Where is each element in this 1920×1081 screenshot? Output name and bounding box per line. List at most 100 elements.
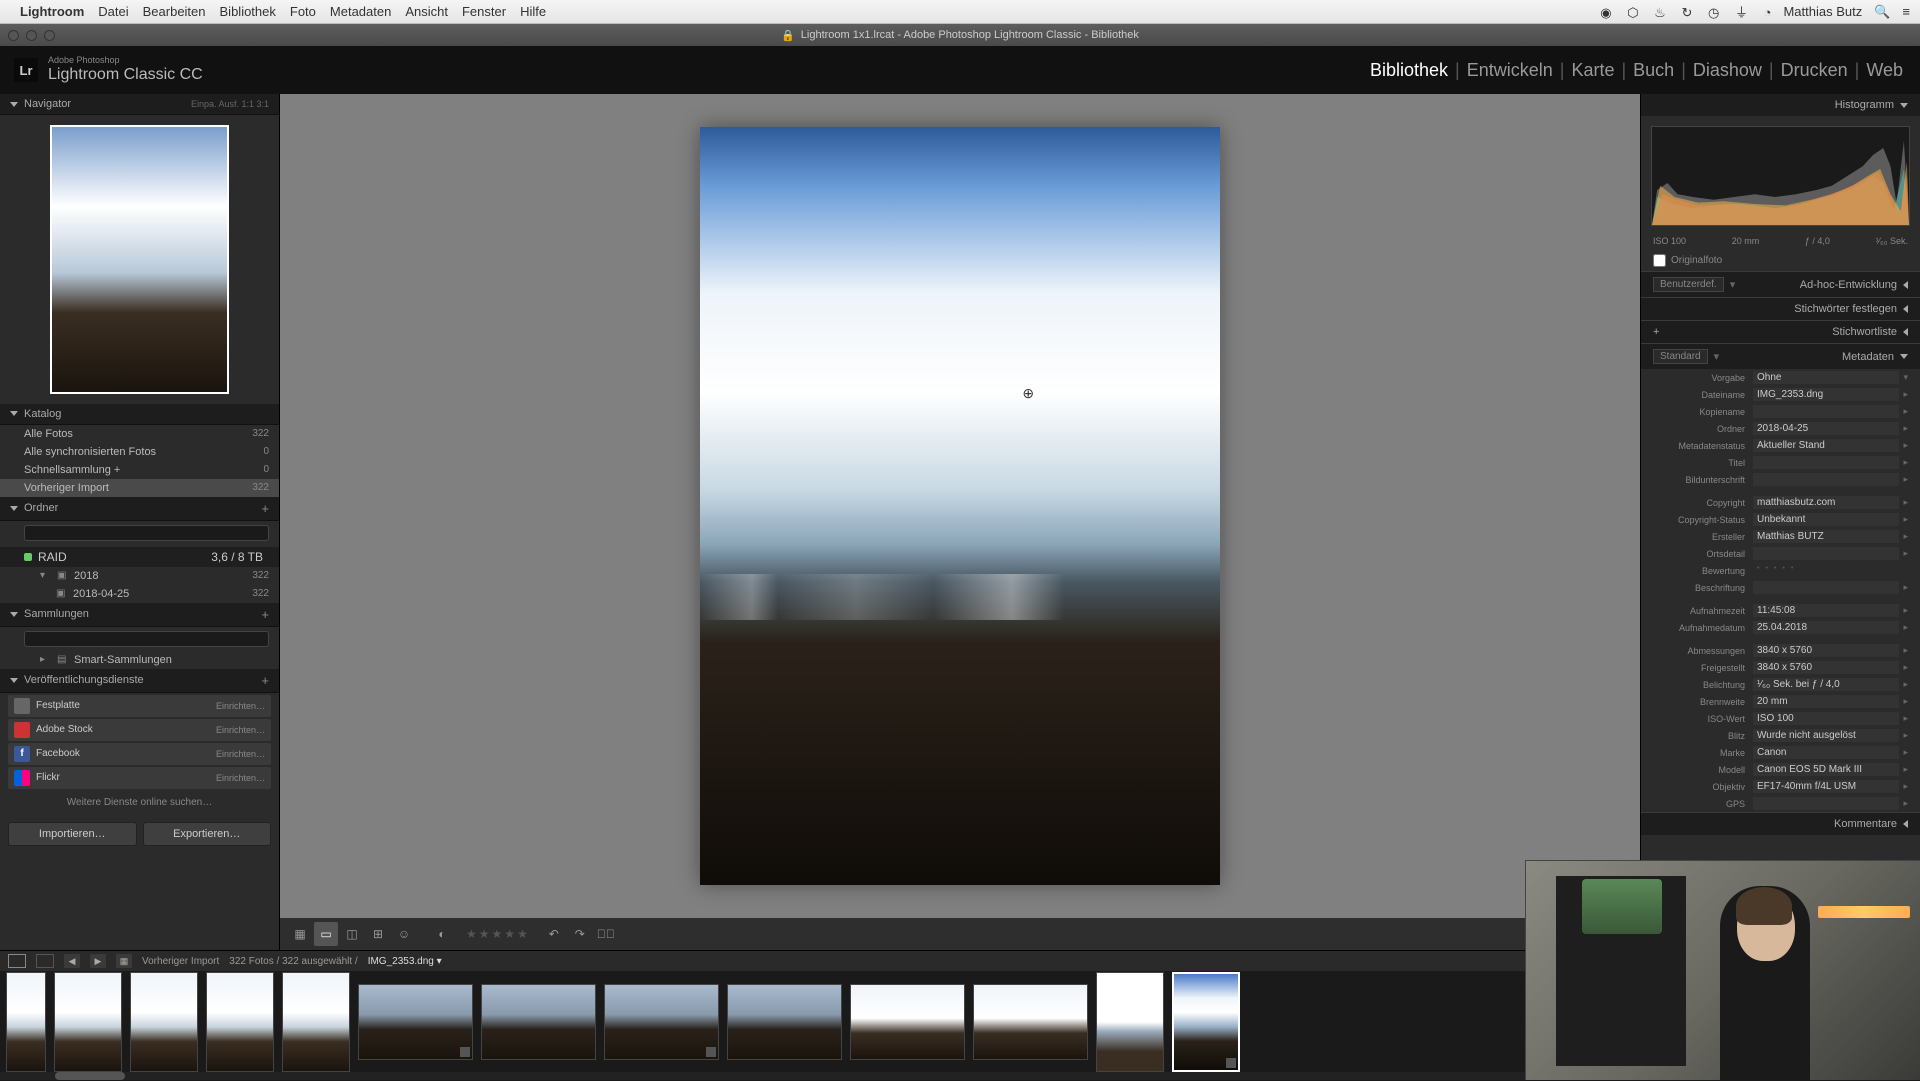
rating-stars[interactable]: ★★★★★ bbox=[466, 927, 528, 941]
metadata-preset-dropdown[interactable]: Standard bbox=[1653, 349, 1708, 364]
second-display-icon[interactable] bbox=[36, 954, 54, 968]
thumbnail[interactable] bbox=[1096, 972, 1164, 1072]
module-diashow[interactable]: Diashow bbox=[1690, 60, 1765, 81]
add-publish-icon[interactable]: + bbox=[261, 673, 269, 688]
thumbnail[interactable] bbox=[850, 984, 965, 1060]
main-display-icon[interactable] bbox=[8, 954, 26, 968]
rotate-ccw-button[interactable]: ↶ bbox=[542, 922, 566, 946]
metadata-action-icon[interactable]: ▸ bbox=[1899, 548, 1908, 559]
metadata-value[interactable] bbox=[1753, 473, 1899, 486]
loupe-view-button[interactable]: ▭ bbox=[314, 922, 338, 946]
metadata-action-icon[interactable]: ▸ bbox=[1899, 730, 1908, 741]
metadata-value[interactable]: EF17-40mm f/4L USM bbox=[1753, 780, 1899, 793]
app-menu[interactable]: Lightroom bbox=[20, 4, 84, 19]
thumbnail[interactable] bbox=[206, 972, 274, 1072]
dropbox-icon[interactable]: ⬡ bbox=[1627, 5, 1638, 20]
loupe-view[interactable]: ⊕ bbox=[280, 94, 1640, 918]
quickdev-preset-dropdown[interactable]: Benutzerdef. bbox=[1653, 277, 1724, 292]
catalog-all-photos[interactable]: Alle Fotos322 bbox=[0, 425, 279, 443]
metadata-value[interactable]: ¹⁄₆₀ Sek. bei ƒ / 4,0 bbox=[1753, 678, 1899, 691]
metadata-action-icon[interactable]: ▸ bbox=[1899, 662, 1908, 673]
module-web[interactable]: Web bbox=[1863, 60, 1906, 81]
metadata-action-icon[interactable]: ▸ bbox=[1899, 457, 1908, 468]
sync-icon[interactable]: ↻ bbox=[1681, 5, 1692, 20]
flame-icon[interactable]: ♨ bbox=[1654, 5, 1666, 20]
timemachine-icon[interactable]: ◷ bbox=[1708, 5, 1719, 20]
module-drucken[interactable]: Drucken bbox=[1778, 60, 1851, 81]
metadata-action-icon[interactable]: ▸ bbox=[1899, 679, 1908, 690]
volume-raid[interactable]: RAID3,6 / 8 TB bbox=[0, 547, 279, 567]
cc-icon[interactable]: ◉ bbox=[1600, 5, 1611, 20]
add-keyword-icon[interactable]: + bbox=[1653, 326, 1659, 338]
metadata-value[interactable] bbox=[1753, 547, 1899, 560]
metadata-value[interactable]: ISO 100 bbox=[1753, 712, 1899, 725]
menu-datei[interactable]: Datei bbox=[98, 4, 128, 19]
thumbnail[interactable] bbox=[282, 972, 350, 1072]
metadata-action-icon[interactable]: ▸ bbox=[1899, 389, 1908, 400]
metadata-action-icon[interactable]: ▸ bbox=[1899, 497, 1908, 508]
module-entwickeln[interactable]: Entwickeln bbox=[1464, 60, 1556, 81]
painter-tool[interactable]: ◐ bbox=[430, 922, 454, 946]
metadata-value[interactable]: 25.04.2018 bbox=[1753, 621, 1899, 634]
metadata-action-icon[interactable]: ▸ bbox=[1899, 713, 1908, 724]
grid-toggle-button[interactable]: ▦ bbox=[116, 954, 132, 968]
metadata-action-icon[interactable]: ▸ bbox=[1899, 514, 1908, 525]
metadata-value[interactable]: 20 mm bbox=[1753, 695, 1899, 708]
histogram[interactable] bbox=[1651, 126, 1910, 226]
nav-back-button[interactable]: ◀ bbox=[64, 954, 80, 968]
smart-collections[interactable]: ▸▤Smart-Sammlungen bbox=[0, 651, 279, 669]
metadata-action-icon[interactable]: ▸ bbox=[1899, 582, 1908, 593]
rotate-cw-button[interactable]: ↷ bbox=[568, 922, 592, 946]
clock-icon[interactable]: ◔ bbox=[1764, 5, 1772, 20]
folder-filter-input[interactable] bbox=[24, 525, 269, 541]
zoom-icon[interactable] bbox=[44, 30, 55, 41]
menu-hilfe[interactable]: Hilfe bbox=[520, 4, 546, 19]
publish-header[interactable]: Veröffentlichungsdienste+ bbox=[0, 669, 279, 693]
import-button[interactable]: Importieren… bbox=[8, 822, 137, 846]
thumbnail-selected[interactable] bbox=[1172, 972, 1240, 1072]
metadata-value[interactable]: IMG_2353.dng bbox=[1753, 388, 1899, 401]
metadata-action-icon[interactable]: ▸ bbox=[1899, 406, 1908, 417]
metadata-value[interactable] bbox=[1753, 405, 1899, 418]
find-more-services[interactable]: Weitere Dienste online suchen… bbox=[0, 791, 279, 814]
add-collection-icon[interactable]: + bbox=[261, 607, 269, 622]
folder-2018-04-25[interactable]: ▣2018-04-25322 bbox=[0, 585, 279, 603]
metadata-value[interactable] bbox=[1753, 797, 1899, 810]
grid-view-button[interactable]: ▦ bbox=[288, 922, 312, 946]
folders-header[interactable]: Ordner+ bbox=[0, 497, 279, 521]
module-bibliothek[interactable]: Bibliothek bbox=[1367, 60, 1451, 81]
catalog-quick-collection[interactable]: Schnellsammlung +0 bbox=[0, 461, 279, 479]
comments-title[interactable]: Kommentare bbox=[1834, 818, 1897, 830]
collection-filter-input[interactable] bbox=[24, 631, 269, 647]
metadata-value[interactable]: Unbekannt bbox=[1753, 513, 1899, 526]
thumbnail[interactable] bbox=[358, 984, 473, 1060]
metadata-value[interactable] bbox=[1753, 581, 1899, 594]
collections-header[interactable]: Sammlungen+ bbox=[0, 603, 279, 627]
thumbnail[interactable] bbox=[973, 984, 1088, 1060]
metadata-value[interactable]: Canon EOS 5D Mark III bbox=[1753, 763, 1899, 776]
module-buch[interactable]: Buch bbox=[1630, 60, 1677, 81]
metadata-action-icon[interactable]: ▸ bbox=[1899, 440, 1908, 451]
publish-adobestock[interactable]: Adobe StockEinrichten… bbox=[8, 719, 271, 741]
close-icon[interactable] bbox=[8, 30, 19, 41]
metadata-value[interactable]: 3840 x 5760 bbox=[1753, 661, 1899, 674]
menu-metadaten[interactable]: Metadaten bbox=[330, 4, 391, 19]
metadata-action-icon[interactable]: ▸ bbox=[1899, 531, 1908, 542]
metadata-action-icon[interactable]: ▸ bbox=[1899, 747, 1908, 758]
menu-bibliothek[interactable]: Bibliothek bbox=[220, 4, 276, 19]
menu-ansicht[interactable]: Ansicht bbox=[405, 4, 448, 19]
metadata-rating[interactable]: ••••• bbox=[1753, 564, 1908, 577]
metadata-value[interactable]: 11:45:08 bbox=[1753, 604, 1899, 617]
slideshow-button[interactable]: ▶⃞ bbox=[594, 922, 618, 946]
people-view-button[interactable]: ☺ bbox=[392, 922, 416, 946]
metadata-value[interactable]: 3840 x 5760 bbox=[1753, 644, 1899, 657]
metadata-title[interactable]: Metadaten bbox=[1842, 351, 1894, 363]
folder-2018[interactable]: ▾▣2018322 bbox=[0, 567, 279, 585]
metadata-value[interactable]: Matthias BUTZ bbox=[1753, 530, 1899, 543]
metadata-action-icon[interactable]: ▸ bbox=[1899, 764, 1908, 775]
user-menu[interactable]: Matthias Butz bbox=[1783, 4, 1862, 19]
keywording-title[interactable]: Stichwörter festlegen bbox=[1794, 303, 1897, 315]
metadata-value[interactable]: Canon bbox=[1753, 746, 1899, 759]
menu-bearbeiten[interactable]: Bearbeiten bbox=[143, 4, 206, 19]
navigator-header[interactable]: Navigator Einpa. Ausf. 1:1 3:1 bbox=[0, 94, 279, 115]
